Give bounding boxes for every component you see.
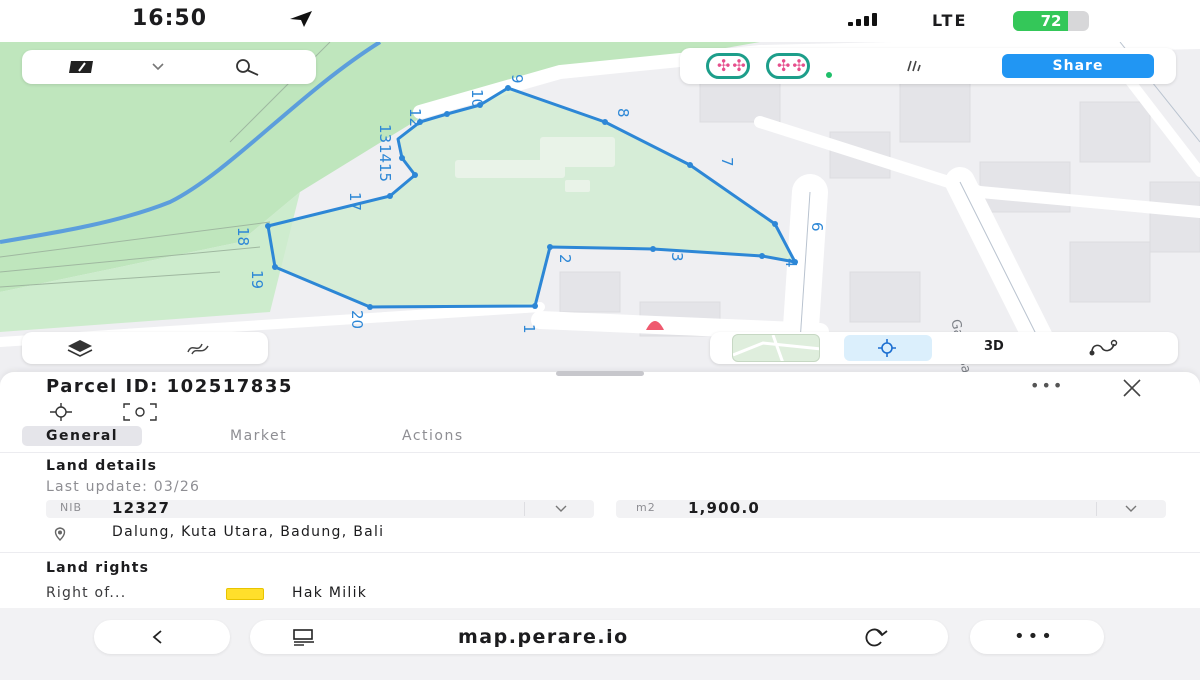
tabs-divider [0, 452, 1200, 453]
map-bottom-left-controls [22, 332, 268, 364]
reload-icon[interactable] [862, 627, 888, 647]
land-rights-title: Land rights [46, 560, 150, 576]
layers-brand-icon[interactable] [68, 59, 96, 75]
layers-icon[interactable] [66, 338, 94, 358]
parcel-point-label-10: 10 [468, 89, 486, 108]
parcel-title: Parcel ID: 102517835 [46, 376, 293, 397]
parcel-point-label-3: 3 [668, 252, 686, 262]
land-details-title: Land details [46, 458, 158, 474]
signal-bars-icon [848, 12, 877, 26]
map-top-right-controls: ✣✣ ✣✣ Share [680, 48, 1176, 84]
chevron-down-icon[interactable] [554, 502, 568, 514]
location-arrow-icon [290, 11, 312, 27]
area-unit-label: m2 [636, 501, 656, 514]
status-bar: 16:50 LTE 72 [0, 0, 1200, 42]
url-text: map.perare.io [458, 626, 629, 648]
tabs-icon[interactable] [292, 628, 316, 646]
more-icon: ••• [1014, 626, 1055, 647]
tab-actions[interactable]: Actions [402, 426, 464, 446]
parcel-point-label-7: 7 [718, 157, 736, 167]
route-icon[interactable] [1088, 338, 1118, 358]
online-indicator [824, 70, 834, 80]
parcel-point-label-15: 15 [376, 163, 394, 182]
network-type: LTE [932, 11, 968, 30]
nib-value: 12327 [112, 499, 171, 517]
toggle-3d-button[interactable]: 3D [984, 339, 1004, 354]
parcel-point-label-19: 19 [248, 270, 266, 289]
team-avatar-2[interactable]: ✣✣ [766, 53, 810, 79]
section-divider [0, 552, 1200, 553]
search-icon[interactable] [228, 57, 266, 77]
sheet-grabber[interactable] [556, 371, 644, 376]
back-icon [152, 630, 162, 644]
parcel-point-label-13: 13 [376, 124, 394, 143]
more-icon[interactable]: ••• [1030, 376, 1064, 395]
chevron-down-icon[interactable] [1124, 502, 1138, 514]
locate-target-icon [878, 339, 896, 357]
parcel-point-label-2: 2 [556, 254, 574, 264]
battery-icon: 72 [1013, 11, 1089, 31]
nib-field[interactable]: NIB 12327 [46, 499, 594, 518]
location-pin-icon [54, 527, 66, 541]
parcel-point-label-14: 14 [376, 144, 394, 163]
parcel-point-label-17: 17 [346, 192, 364, 211]
back-button[interactable] [94, 620, 230, 654]
last-update: Last update: 03/26 [46, 479, 201, 495]
right-of-label: Right of... [46, 585, 127, 601]
locate-target-button[interactable] [844, 335, 932, 361]
status-time: 16:50 [132, 6, 208, 31]
map-svg: 1 2 3 4 6 7 8 9 10 12 13 14 15 17 18 19 … [0, 42, 1200, 382]
parcel-address: Dalung, Kuta Utara, Badung, Bali [112, 524, 385, 540]
scan-icon[interactable] [120, 402, 160, 422]
share-button[interactable]: Share [1002, 54, 1154, 78]
map-canvas[interactable]: 1 2 3 4 6 7 8 9 10 12 13 14 15 17 18 19 … [0, 42, 1200, 382]
map-thumbnail[interactable] [732, 334, 820, 362]
nib-label: NIB [60, 501, 83, 514]
land-right-color-swatch [226, 588, 264, 600]
parcel-point-label-6: 6 [808, 222, 826, 232]
parcel-point-label-1: 1 [520, 324, 538, 334]
parcel-point-label-20: 20 [348, 310, 366, 329]
browser-bar: map.perare.io ••• [0, 608, 1200, 680]
app-frame: 16:50 LTE 72 1 2 3 4 6 7 8 9 10 12 13 14… [0, 0, 1200, 680]
locate-parcel-icon[interactable] [44, 402, 78, 422]
map-top-left-controls [22, 50, 316, 84]
tab-general[interactable]: General [22, 426, 143, 446]
parcel-point-label-8: 8 [614, 108, 632, 118]
browser-more-button[interactable]: ••• [970, 620, 1104, 654]
area-field[interactable]: m2 1,900.0 [616, 499, 1166, 518]
map-bottom-right-controls: 3D [710, 332, 1178, 364]
battery-percent: 72 [1040, 12, 1062, 30]
tab-market[interactable]: Market [230, 426, 287, 446]
land-right-value: Hak Milik [292, 585, 368, 601]
contour-icon[interactable] [186, 340, 210, 356]
chevron-down-icon[interactable] [152, 63, 164, 71]
parcel-point-label-9: 9 [508, 74, 526, 84]
measure-icon[interactable] [906, 59, 922, 73]
address-bar[interactable]: map.perare.io [250, 620, 948, 654]
team-avatar-1[interactable]: ✣✣ [706, 53, 750, 79]
parcel-point-label-12: 12 [406, 108, 424, 127]
parcel-point-label-18: 18 [234, 227, 252, 246]
area-value: 1,900.0 [688, 499, 760, 517]
parcel-point-label-4: 4 [782, 258, 800, 268]
close-icon[interactable] [1118, 376, 1146, 400]
